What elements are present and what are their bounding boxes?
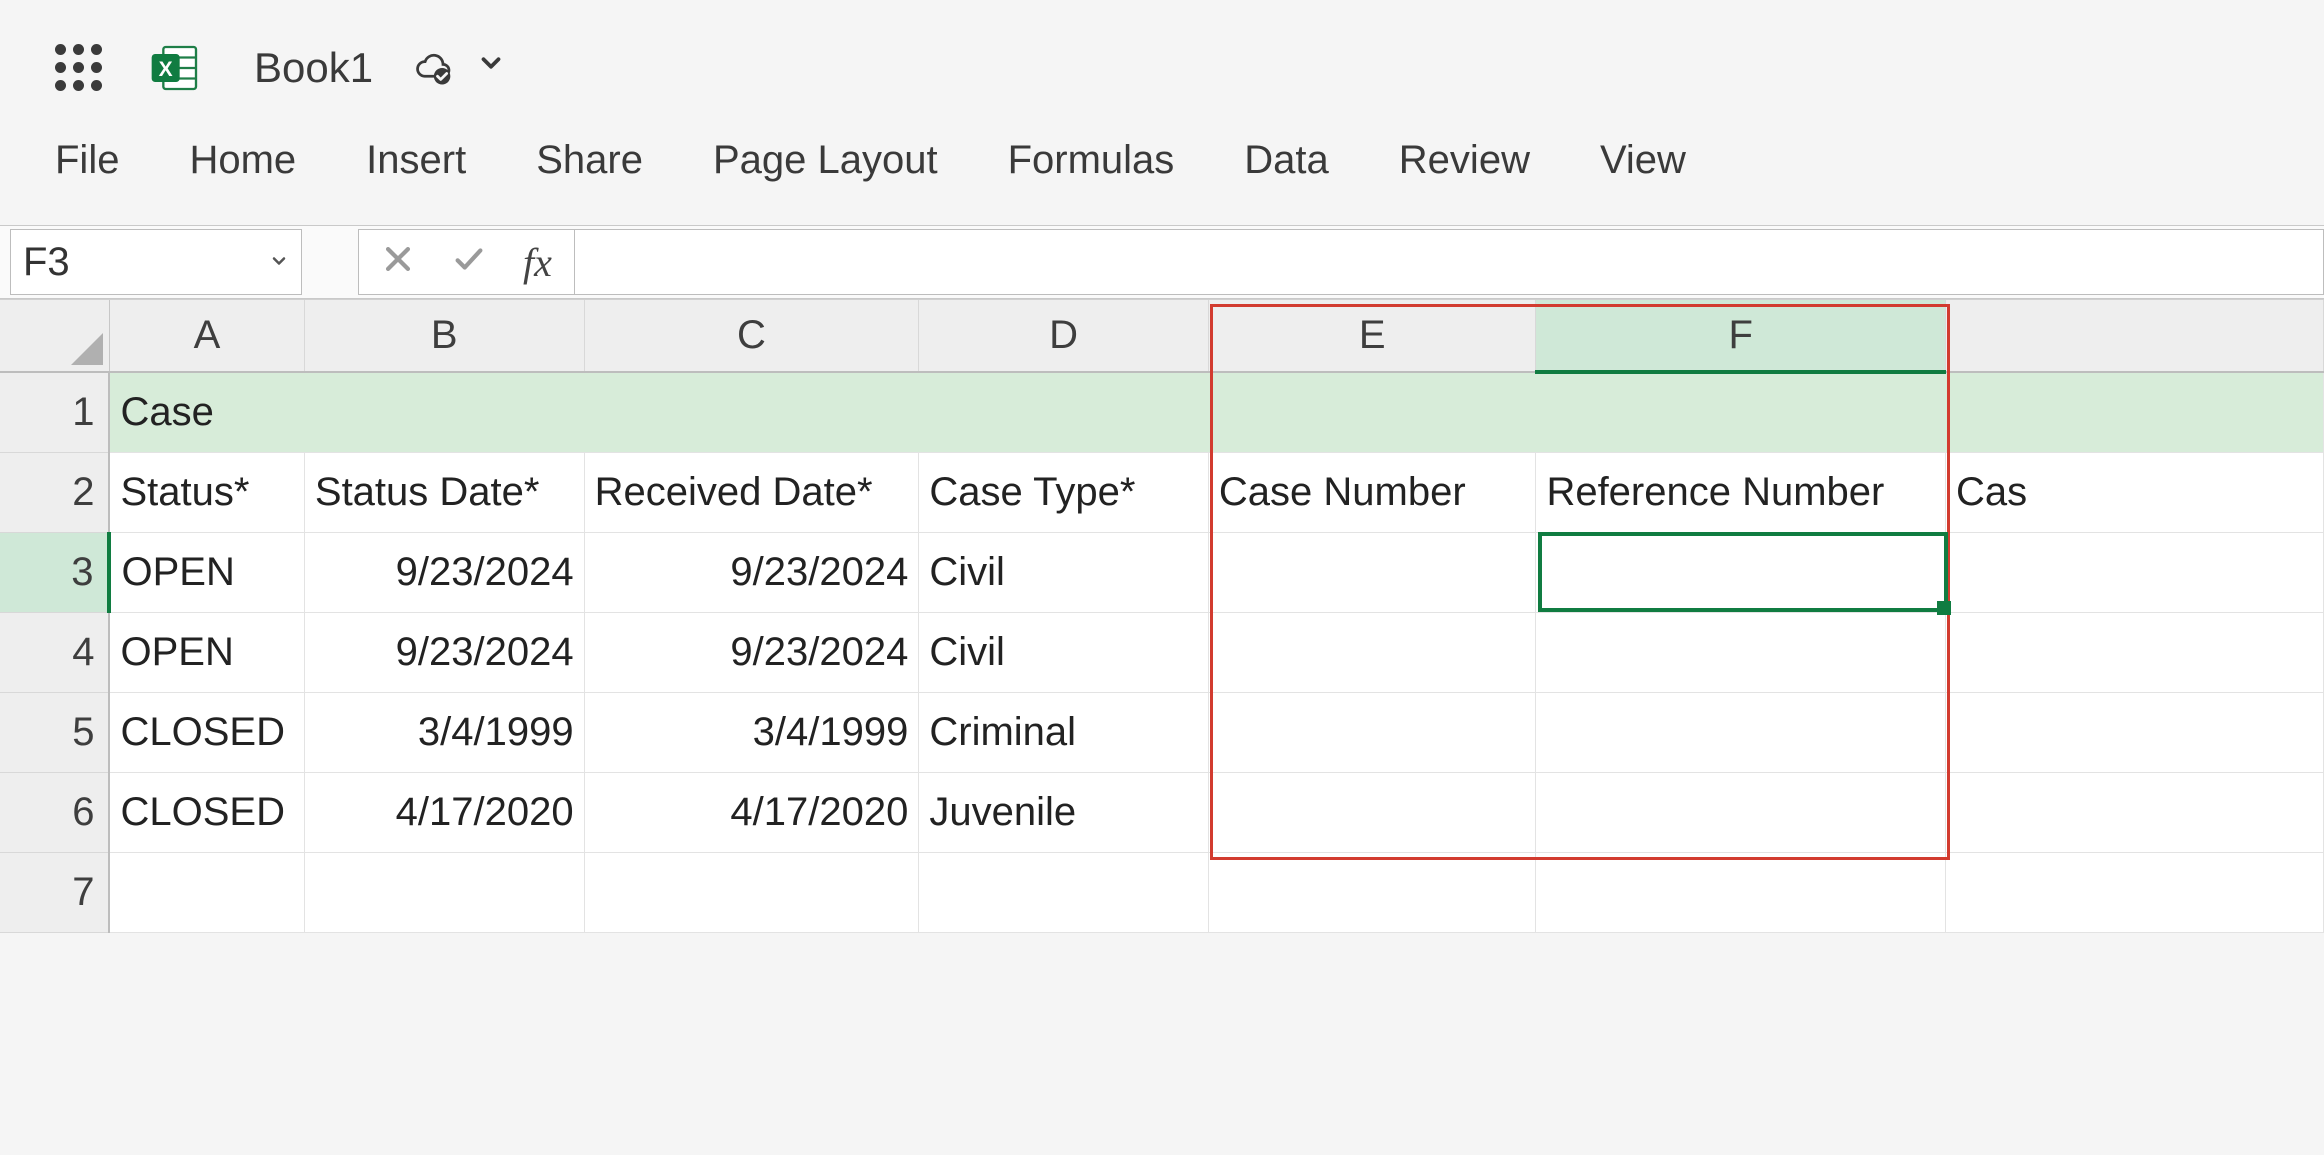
column-header-F[interactable]: F xyxy=(1536,300,1946,372)
name-box[interactable]: F3 xyxy=(10,229,302,295)
chevron-down-icon[interactable] xyxy=(269,247,289,278)
spreadsheet-grid[interactable]: A B C D E F 1 Case 2 Status* Status Date… xyxy=(0,299,2324,933)
cell-G5[interactable] xyxy=(1946,692,2324,772)
select-all-corner[interactable] xyxy=(0,300,109,372)
cell-A6[interactable]: CLOSED xyxy=(109,772,304,852)
cell-A7[interactable] xyxy=(109,852,304,932)
row-header-2[interactable]: 2 xyxy=(0,452,109,532)
cell-A3[interactable]: OPEN xyxy=(109,532,304,612)
cell-D5[interactable]: Criminal xyxy=(919,692,1209,772)
cell-B4[interactable]: 9/23/2024 xyxy=(304,612,584,692)
cell-C4[interactable]: 9/23/2024 xyxy=(584,612,919,692)
cell-G3[interactable] xyxy=(1946,532,2324,612)
cell-D4[interactable]: Civil xyxy=(919,612,1209,692)
cell-E7[interactable] xyxy=(1208,852,1536,932)
tab-data[interactable]: Data xyxy=(1244,138,1329,183)
cell-G4[interactable] xyxy=(1946,612,2324,692)
cell-D3[interactable]: Civil xyxy=(919,532,1209,612)
cell-D2[interactable]: Case Type* xyxy=(919,452,1209,532)
cell-C7[interactable] xyxy=(584,852,919,932)
cell-D6[interactable]: Juvenile xyxy=(919,772,1209,852)
cell-B7[interactable] xyxy=(304,852,584,932)
cell-D7[interactable] xyxy=(919,852,1209,932)
svg-text:X: X xyxy=(159,58,173,81)
enter-icon[interactable] xyxy=(449,237,489,287)
cell-C5[interactable]: 3/4/1999 xyxy=(584,692,919,772)
tab-insert[interactable]: Insert xyxy=(366,138,466,183)
cell-A5[interactable]: CLOSED xyxy=(109,692,304,772)
cloud-sync-icon[interactable] xyxy=(410,46,454,90)
cell-E6[interactable] xyxy=(1208,772,1536,852)
cell-B2[interactable]: Status Date* xyxy=(304,452,584,532)
column-header-A[interactable]: A xyxy=(109,300,304,372)
tab-file[interactable]: File xyxy=(55,138,119,183)
formula-buttons: fx xyxy=(358,229,575,295)
cell-E2[interactable]: Case Number xyxy=(1208,452,1536,532)
name-box-value: F3 xyxy=(23,240,70,285)
tab-review[interactable]: Review xyxy=(1399,138,1530,183)
fx-icon[interactable]: fx xyxy=(523,239,552,286)
formula-bar: F3 fx xyxy=(0,225,2324,299)
column-header-C[interactable]: C xyxy=(584,300,919,372)
cell-A2[interactable]: Status* xyxy=(109,452,304,532)
row-header-5[interactable]: 5 xyxy=(0,692,109,772)
column-header-B[interactable]: B xyxy=(304,300,584,372)
title-bar: X Book1 xyxy=(0,0,2324,135)
cell-F4[interactable] xyxy=(1536,612,1946,692)
row-header-6[interactable]: 6 xyxy=(0,772,109,852)
app-launcher-icon[interactable] xyxy=(55,44,102,91)
cell-E4[interactable] xyxy=(1208,612,1536,692)
cell-B5[interactable]: 3/4/1999 xyxy=(304,692,584,772)
cell-E5[interactable] xyxy=(1208,692,1536,772)
cell-F6[interactable] xyxy=(1536,772,1946,852)
cell-G2[interactable]: Cas xyxy=(1946,452,2324,532)
cancel-icon[interactable] xyxy=(381,237,415,287)
row-header-1[interactable]: 1 xyxy=(0,372,109,452)
row-header-4[interactable]: 4 xyxy=(0,612,109,692)
formula-input[interactable] xyxy=(575,229,2324,295)
tab-home[interactable]: Home xyxy=(189,138,296,183)
tab-share[interactable]: Share xyxy=(536,138,643,183)
cell-G7[interactable] xyxy=(1946,852,2324,932)
tab-page-layout[interactable]: Page Layout xyxy=(713,138,938,183)
cell-C6[interactable]: 4/17/2020 xyxy=(584,772,919,852)
tab-formulas[interactable]: Formulas xyxy=(1008,138,1175,183)
cell-C3[interactable]: 9/23/2024 xyxy=(584,532,919,612)
cell-A1[interactable]: Case xyxy=(109,372,2323,452)
excel-icon: X xyxy=(147,40,203,96)
document-title[interactable]: Book1 xyxy=(254,44,373,92)
cell-G6[interactable] xyxy=(1946,772,2324,852)
tab-view[interactable]: View xyxy=(1600,138,1686,183)
column-header-E[interactable]: E xyxy=(1208,300,1536,372)
cell-B3[interactable]: 9/23/2024 xyxy=(304,532,584,612)
row-header-3[interactable]: 3 xyxy=(0,532,109,612)
chevron-down-icon[interactable] xyxy=(476,48,506,87)
row-header-7[interactable]: 7 xyxy=(0,852,109,932)
cell-F7[interactable] xyxy=(1536,852,1946,932)
cell-C2[interactable]: Received Date* xyxy=(584,452,919,532)
ribbon-tabs: File Home Insert Share Page Layout Formu… xyxy=(0,135,2324,225)
cell-F3[interactable] xyxy=(1536,532,1946,612)
column-header-D[interactable]: D xyxy=(919,300,1209,372)
cell-B6[interactable]: 4/17/2020 xyxy=(304,772,584,852)
cell-E3[interactable] xyxy=(1208,532,1536,612)
cell-A4[interactable]: OPEN xyxy=(109,612,304,692)
column-header-G[interactable] xyxy=(1946,300,2324,372)
cell-F2[interactable]: Reference Number xyxy=(1536,452,1946,532)
cell-F5[interactable] xyxy=(1536,692,1946,772)
